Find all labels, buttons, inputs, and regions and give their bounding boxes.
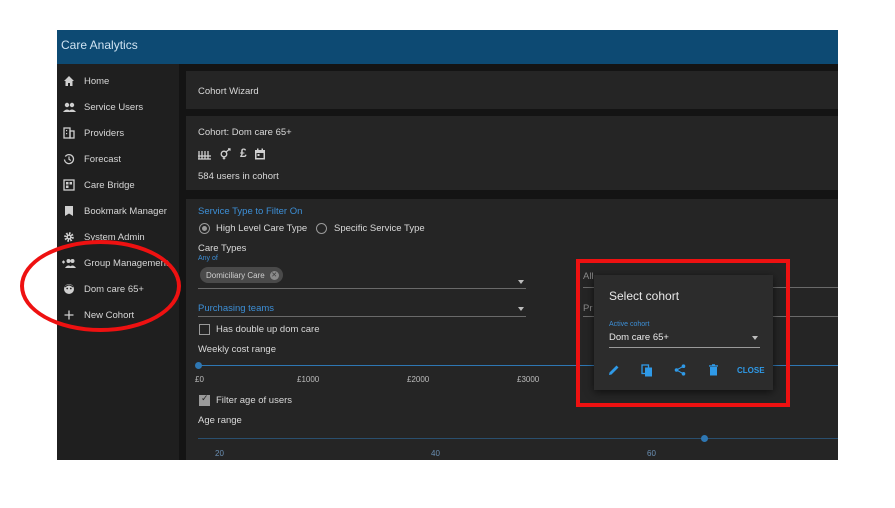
care-types-label: Care Types [198, 243, 247, 254]
sidebar-item-care-bridge[interactable]: Care Bridge [57, 173, 179, 197]
radio-specific-label: Specific Service Type [334, 223, 425, 234]
weekly-cost-slider-handle[interactable] [195, 362, 202, 369]
sidebar-item-label: Providers [84, 127, 125, 139]
cohort-filter-icons: £ [198, 147, 266, 165]
purchasing-dropdown-arrow[interactable] [518, 307, 524, 311]
history-icon [61, 151, 77, 167]
age-tick: 60 [647, 449, 656, 458]
home-icon [61, 73, 77, 89]
annotation-highlight-ellipse [20, 240, 181, 332]
sidebar-item-bookmark-manager[interactable]: Bookmark Manager [57, 199, 179, 223]
sidebar-item-providers[interactable]: Providers [57, 121, 179, 145]
cost-tick: £0 [195, 375, 204, 384]
pound-icon: £ [240, 146, 247, 160]
purchasing-teams-select[interactable]: Purchasing teams [198, 303, 274, 314]
radio-high-level-care-type[interactable] [199, 223, 210, 234]
sidebar-item-service-users[interactable]: Service Users [57, 95, 179, 119]
calendar-icon [254, 147, 266, 165]
filter-section-title: Service Type to Filter On [198, 206, 303, 217]
radio-high-level-label: High Level Care Type [216, 223, 308, 234]
care-types-underline [198, 288, 526, 289]
sidebar-item-home[interactable]: Home [57, 69, 179, 93]
filter-age-label: Filter age of users [216, 395, 293, 406]
sidebar-item-label: Service Users [84, 101, 144, 113]
filter-age-checkbox[interactable] [199, 393, 210, 406]
gender-icon [219, 147, 233, 165]
sidebar-item-label: Bookmark Manager [84, 205, 167, 217]
wizard-header-card: Cohort Wizard [186, 71, 838, 109]
sidebar-item-label: Home [84, 75, 110, 87]
chip-label: Domiciliary Care [206, 270, 265, 280]
building-icon [61, 125, 77, 141]
people-icon [61, 99, 77, 115]
sidebar-item-label: Care Bridge [84, 179, 135, 191]
factory-icon [198, 147, 212, 165]
weekly-cost-label: Weekly cost range [198, 344, 276, 355]
cost-tick: £3000 [517, 375, 540, 384]
age-range-label: Age range [198, 415, 242, 426]
age-range-slider-track[interactable] [198, 438, 838, 439]
sidebar-item-label: Forecast [84, 153, 121, 165]
cost-tick: £1000 [297, 375, 320, 384]
app-title: Care Analytics [61, 38, 138, 52]
cohort-summary-card: Cohort: Dom care 65+ £ 584 users in coho… [186, 116, 838, 190]
care-types-sublabel: Any of [198, 255, 218, 262]
grid-icon [61, 177, 77, 193]
radio-specific-service-type[interactable] [316, 223, 327, 234]
chip-domiciliary-care[interactable]: Domiciliary Care ✕ [200, 267, 283, 283]
annotation-highlight-box [576, 259, 790, 407]
bookmark-icon [61, 203, 77, 219]
cost-tick: £2000 [407, 375, 430, 384]
cohort-title: Cohort: Dom care 65+ [198, 127, 292, 138]
age-range-slider-handle[interactable] [701, 435, 708, 442]
top-bar: Care Analytics [57, 30, 838, 64]
sidebar-item-forecast[interactable]: Forecast [57, 147, 179, 171]
double-up-checkbox[interactable] [199, 324, 210, 335]
chip-remove-icon[interactable]: ✕ [269, 270, 279, 280]
cohort-user-count: 584 users in cohort [198, 171, 279, 182]
care-types-dropdown-arrow[interactable] [518, 280, 524, 284]
page-title: Cohort Wizard [198, 86, 259, 97]
age-tick: 40 [431, 449, 440, 458]
purchasing-underline [198, 316, 526, 317]
age-tick: 20 [215, 449, 224, 458]
double-up-label: Has double up dom care [216, 324, 320, 335]
